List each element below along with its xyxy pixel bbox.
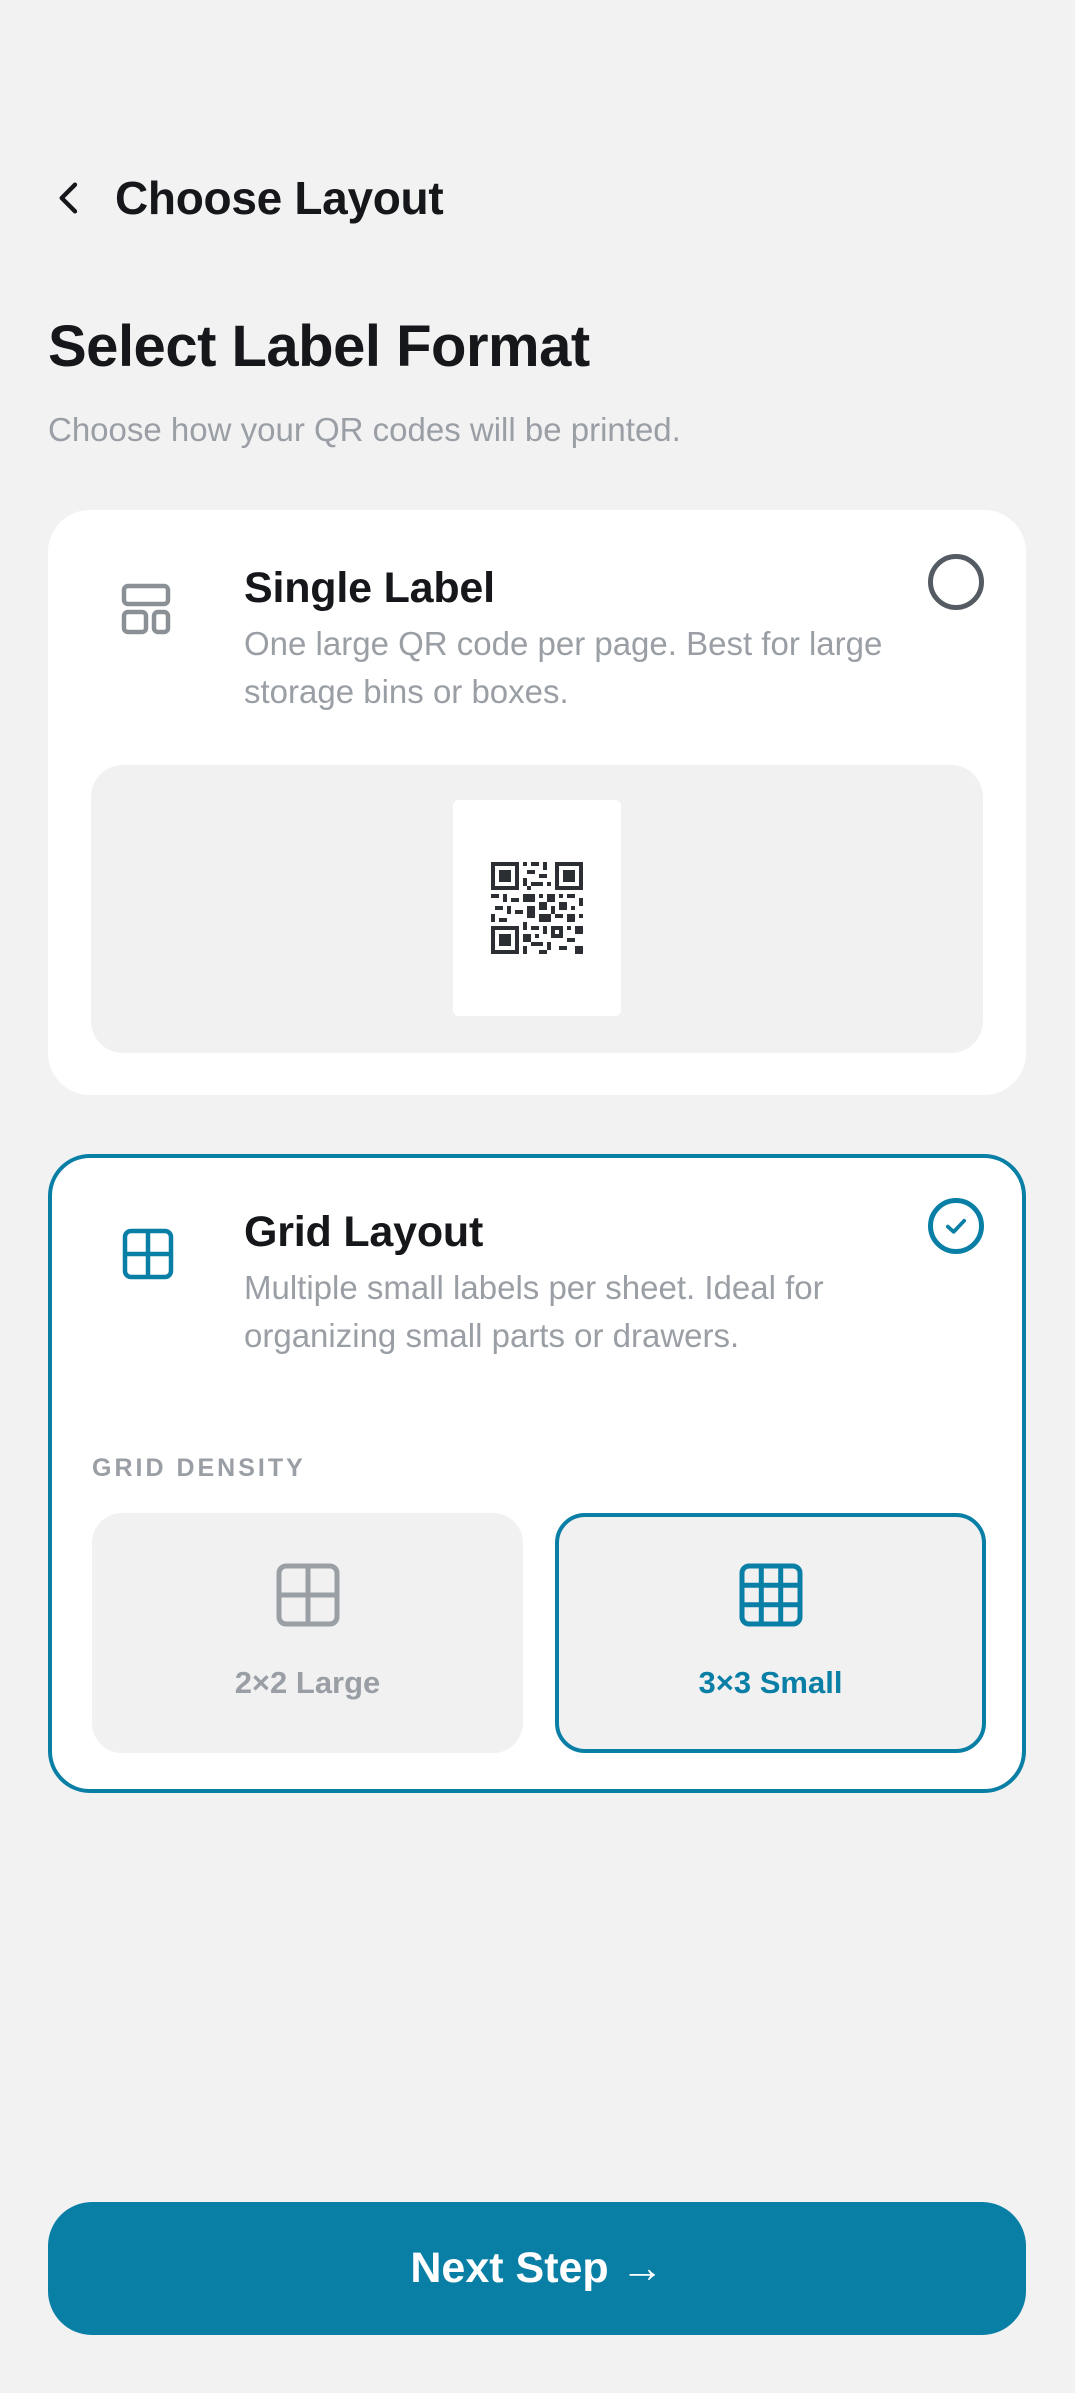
grid-3x3-icon — [739, 1563, 802, 1627]
option-card-single-label[interactable]: Single Label One large QR code per page.… — [48, 510, 1026, 1095]
single-label-preview — [91, 765, 983, 1053]
next-step-button[interactable]: Next Step → — [48, 2202, 1026, 2335]
option-title: Grid Layout — [244, 1208, 484, 1256]
density-option-2x2[interactable]: 2×2 Large — [92, 1513, 523, 1753]
grid-density-label: GRID DENSITY — [92, 1454, 306, 1482]
radio-unselected[interactable] — [928, 554, 984, 610]
qr-code-icon — [491, 862, 583, 954]
density-label-2x2: 2×2 Large — [234, 1665, 381, 1700]
option-title: Single Label — [244, 564, 495, 612]
option-card-grid-layout[interactable]: Grid Layout Multiple small labels per sh… — [48, 1154, 1026, 1793]
page-title: Select Label Format — [48, 314, 590, 379]
grid-2x2-icon — [122, 1228, 174, 1280]
option-description: Multiple small labels per sheet. Ideal f… — [244, 1269, 824, 1354]
chevron-left-icon — [59, 182, 78, 214]
page-subtitle: Choose how your QR codes will be printed… — [48, 411, 681, 448]
density-label-3x3: 3×3 Small — [698, 1665, 843, 1700]
option-description: One large QR code per page. Best for lar… — [244, 625, 883, 710]
radio-selected[interactable] — [928, 1198, 984, 1254]
app-header: Choose Layout — [0, 150, 1075, 246]
layout-icon — [121, 583, 171, 635]
preview-sheet — [453, 800, 621, 1016]
screen: Choose Layout Select Label Format Choose… — [0, 0, 1075, 2393]
header-title: Choose Layout — [115, 172, 444, 224]
grid-2x2-icon — [276, 1563, 339, 1627]
density-option-3x3[interactable]: 3×3 Small — [555, 1513, 986, 1753]
check-icon — [945, 1218, 967, 1234]
back-button[interactable] — [40, 168, 100, 228]
